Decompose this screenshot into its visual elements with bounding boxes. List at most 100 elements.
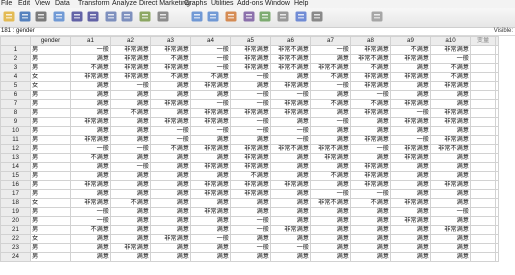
a9-cell[interactable]: 满意 (390, 171, 431, 181)
a4-cell[interactable]: 满意 (190, 252, 231, 262)
open-icon[interactable] (2, 10, 16, 23)
menu-view[interactable]: View (35, 0, 50, 8)
a6-cell[interactable]: 非常不满意 (270, 45, 311, 55)
a4-cell[interactable]: 一般 (190, 234, 231, 244)
empty-cell[interactable] (495, 144, 499, 154)
row-number[interactable]: 24 (0, 252, 31, 262)
a4-cell[interactable]: 一般 (190, 63, 231, 73)
a3-cell[interactable]: 非常满意 (150, 234, 191, 244)
empty-cell[interactable] (495, 72, 499, 82)
a1-cell[interactable]: 满意 (70, 90, 111, 100)
a10-cell[interactable]: 满意 (430, 162, 471, 172)
empty-column-header[interactable] (495, 36, 499, 46)
empty-cell[interactable] (470, 153, 496, 163)
empty-cell[interactable] (495, 225, 499, 235)
a8-cell[interactable]: 非常满意 (350, 171, 391, 181)
a6-cell[interactable]: 满意 (270, 234, 311, 244)
empty-cell[interactable] (470, 234, 496, 244)
a4-cell[interactable]: 满意 (190, 225, 231, 235)
a1-cell[interactable]: 满意 (70, 234, 111, 244)
spell-check-icon[interactable] (370, 10, 384, 23)
column-header-a7[interactable]: a7 (310, 36, 351, 46)
menu-utilities[interactable]: Utilities (211, 0, 234, 8)
a1-cell[interactable]: 满意 (70, 126, 111, 136)
a6-cell[interactable]: 满意 (270, 207, 311, 217)
row-number[interactable]: 2 (0, 54, 31, 64)
undo-icon[interactable] (70, 10, 84, 23)
a4-cell[interactable]: 满意 (190, 243, 231, 253)
a3-cell[interactable]: 非常满意 (150, 45, 191, 55)
a2-cell[interactable]: 满意 (110, 171, 151, 181)
a4-cell[interactable]: 非常满意 (190, 117, 231, 127)
a7-cell[interactable]: 满意 (310, 216, 351, 226)
value-labels-icon[interactable] (276, 10, 290, 23)
row-number[interactable]: 13 (0, 153, 31, 163)
a5-cell[interactable]: 满意 (230, 252, 271, 262)
weight-cases-icon[interactable] (242, 10, 256, 23)
variables-icon[interactable] (138, 10, 152, 23)
a5-cell[interactable]: 一般 (230, 72, 271, 82)
a10-cell[interactable]: 满意 (430, 189, 471, 199)
menu-help[interactable]: Help (294, 0, 308, 8)
a5-cell[interactable]: 非常满意 (230, 63, 271, 73)
empty-cell[interactable] (495, 234, 499, 244)
menu-add-ons[interactable]: Add-ons (237, 0, 263, 8)
a6-cell[interactable]: 满意 (270, 117, 311, 127)
a6-cell[interactable]: 满意 (270, 162, 311, 172)
a4-cell[interactable]: 满意 (190, 90, 231, 100)
empty-cell[interactable] (470, 180, 496, 190)
menu-transform[interactable]: Transform (78, 0, 110, 8)
a2-cell[interactable]: 满意 (110, 153, 151, 163)
a9-cell[interactable]: 满意 (390, 126, 431, 136)
empty-cell[interactable] (495, 54, 499, 64)
a10-cell[interactable]: 不满意 (430, 72, 471, 82)
empty-cell[interactable] (470, 54, 496, 64)
a6-cell[interactable]: 一般 (270, 135, 311, 145)
a7-cell[interactable]: 非常不满意 (310, 144, 351, 154)
a9-cell[interactable]: 满意 (390, 180, 431, 190)
empty-cell[interactable] (470, 162, 496, 172)
gender-cell[interactable]: 女 (30, 198, 71, 208)
gender-cell[interactable]: 男 (30, 117, 71, 127)
a3-cell[interactable]: 满意 (150, 81, 191, 91)
a1-cell[interactable]: 满意 (70, 243, 111, 253)
empty-cell[interactable] (470, 171, 496, 181)
a9-cell[interactable]: 满意 (390, 207, 431, 217)
a4-cell[interactable]: 不满意 (190, 72, 231, 82)
a8-cell[interactable]: 不满意 (350, 99, 391, 109)
gender-cell[interactable]: 女 (30, 234, 71, 244)
a2-cell[interactable]: 满意 (110, 252, 151, 262)
a2-cell[interactable]: 满意 (110, 225, 151, 235)
a3-cell[interactable]: 满意 (150, 252, 191, 262)
empty-cell[interactable] (495, 162, 499, 172)
a5-cell[interactable]: 一般 (230, 216, 271, 226)
a7-cell[interactable]: 满意 (310, 90, 351, 100)
a1-cell[interactable]: 满意 (70, 171, 111, 181)
gender-cell[interactable]: 男 (30, 171, 71, 181)
a5-cell[interactable]: 非常满意 (230, 144, 271, 154)
a1-cell[interactable]: 满意 (70, 81, 111, 91)
gender-cell[interactable]: 男 (30, 207, 71, 217)
gender-cell[interactable]: 男 (30, 144, 71, 154)
row-number[interactable]: 18 (0, 198, 31, 208)
a5-cell[interactable]: 非常满意 (230, 153, 271, 163)
row-number[interactable]: 11 (0, 135, 31, 145)
a10-cell[interactable]: 非常不满意 (430, 144, 471, 154)
empty-cell[interactable] (470, 72, 496, 82)
corner-header[interactable] (0, 36, 31, 46)
gender-cell[interactable]: 男 (30, 45, 71, 55)
a6-cell[interactable]: 非常满意 (270, 81, 311, 91)
empty-cell[interactable] (470, 252, 496, 262)
a6-cell[interactable]: 满意 (270, 216, 311, 226)
a4-cell[interactable]: 一般 (190, 45, 231, 55)
a2-cell[interactable]: 满意 (110, 90, 151, 100)
a5-cell[interactable]: 一般 (230, 225, 271, 235)
empty-cell[interactable] (470, 144, 496, 154)
a9-cell[interactable]: 满意 (390, 90, 431, 100)
menu-edit[interactable]: Edit (18, 0, 30, 8)
column-header-a8[interactable]: a8 (350, 36, 391, 46)
a10-cell[interactable]: 满意 (430, 198, 471, 208)
a2-cell[interactable]: 满意 (110, 117, 151, 127)
a7-cell[interactable]: 满意 (310, 225, 351, 235)
a5-cell[interactable]: 非常满意 (230, 180, 271, 190)
